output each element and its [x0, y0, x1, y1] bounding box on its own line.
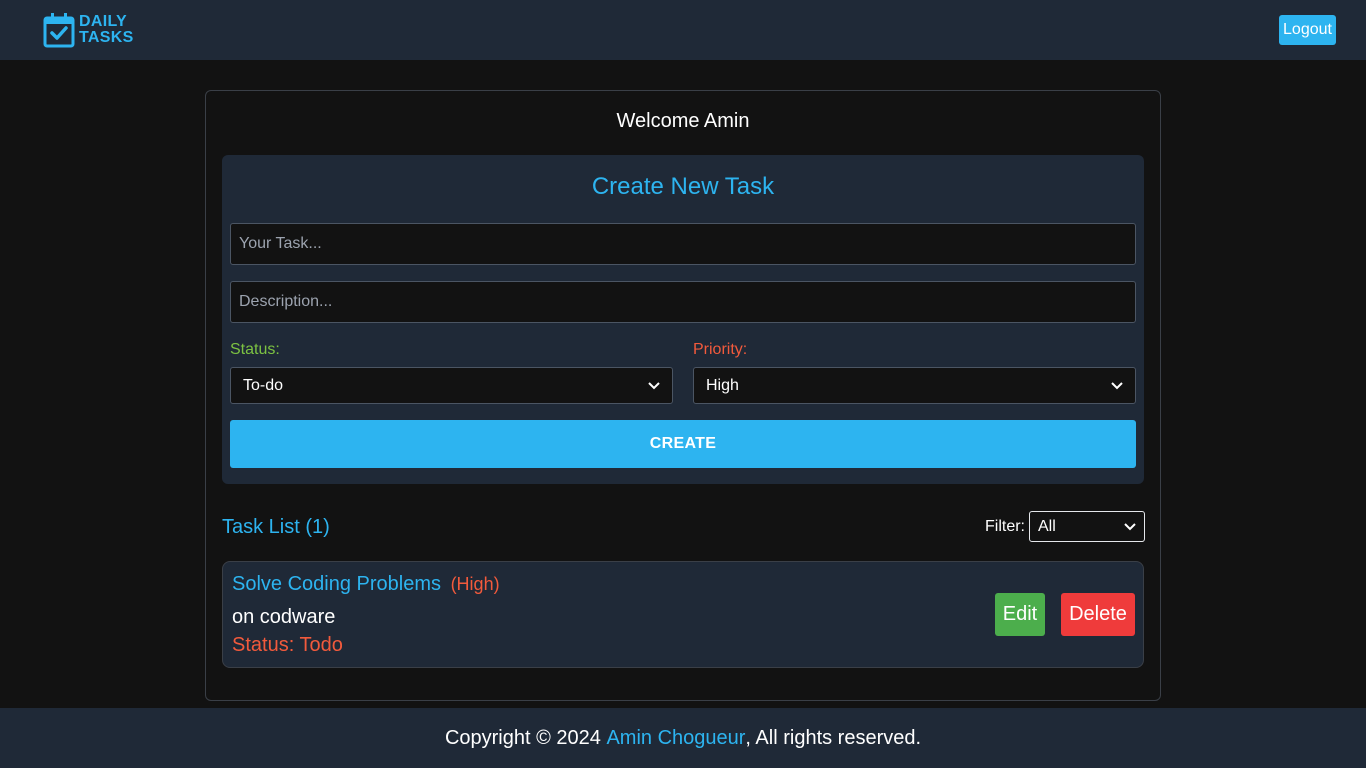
priority-select[interactable]: High [693, 367, 1136, 404]
task-card: Solve Coding Problems (High) on codware … [222, 561, 1144, 668]
status-select-value: To-do [243, 376, 284, 394]
author-link[interactable]: Amin Chogueur [606, 727, 745, 750]
create-task-title: Create New Task [591, 173, 775, 200]
filter-label: Filter: [985, 517, 1025, 535]
create-task-button[interactable]: CREATE [230, 420, 1136, 468]
priority-select-value: High [706, 376, 739, 394]
footer: Copyright © 2024 Amin Chogueur , All rig… [0, 708, 1366, 768]
dashboard-card: Welcome Amin Create New Task Status: Pri… [205, 90, 1161, 701]
status-label: Status: [230, 341, 280, 358]
calendar-check-icon [43, 13, 75, 48]
edit-task-button[interactable]: Edit [995, 593, 1045, 636]
logo-line-tasks: TASKS [79, 29, 134, 46]
status-select[interactable]: To-do [230, 367, 673, 404]
priority-label: Priority: [693, 341, 748, 358]
filter-select-value: All [1038, 517, 1056, 535]
task-description-input[interactable] [230, 281, 1136, 323]
task-description: on codware [232, 606, 336, 628]
filter-control: Filter: All [985, 511, 1145, 542]
app-logo[interactable]: DAILY TASKS [43, 11, 134, 49]
task-status: Status: Todo [232, 634, 343, 656]
chevron-down-icon [1124, 520, 1136, 534]
create-task-panel: Create New Task Status: Priority: To-do … [222, 155, 1144, 484]
filter-select[interactable]: All [1029, 511, 1145, 542]
logo-line-daily: DAILY [79, 13, 128, 30]
copyright-suffix: , All rights reserved. [745, 726, 922, 749]
delete-task-button[interactable]: Delete [1061, 593, 1135, 636]
copyright-prefix: Copyright © 2024 [444, 726, 607, 749]
task-title-text: Solve Coding Problems [232, 573, 441, 595]
task-list-title: Task List (1) [222, 516, 330, 538]
chevron-down-icon [648, 379, 660, 393]
logout-button[interactable]: Logout [1279, 15, 1336, 45]
task-title: Solve Coding Problems (High) [232, 573, 500, 596]
top-navbar: DAILY TASKS Logout [0, 0, 1366, 60]
welcome-message: Welcome Amin [616, 110, 750, 132]
chevron-down-icon [1111, 379, 1123, 393]
logo-text: DAILY TASKS [79, 14, 134, 46]
task-priority: (High) [450, 574, 500, 594]
task-title-input[interactable] [230, 223, 1136, 265]
